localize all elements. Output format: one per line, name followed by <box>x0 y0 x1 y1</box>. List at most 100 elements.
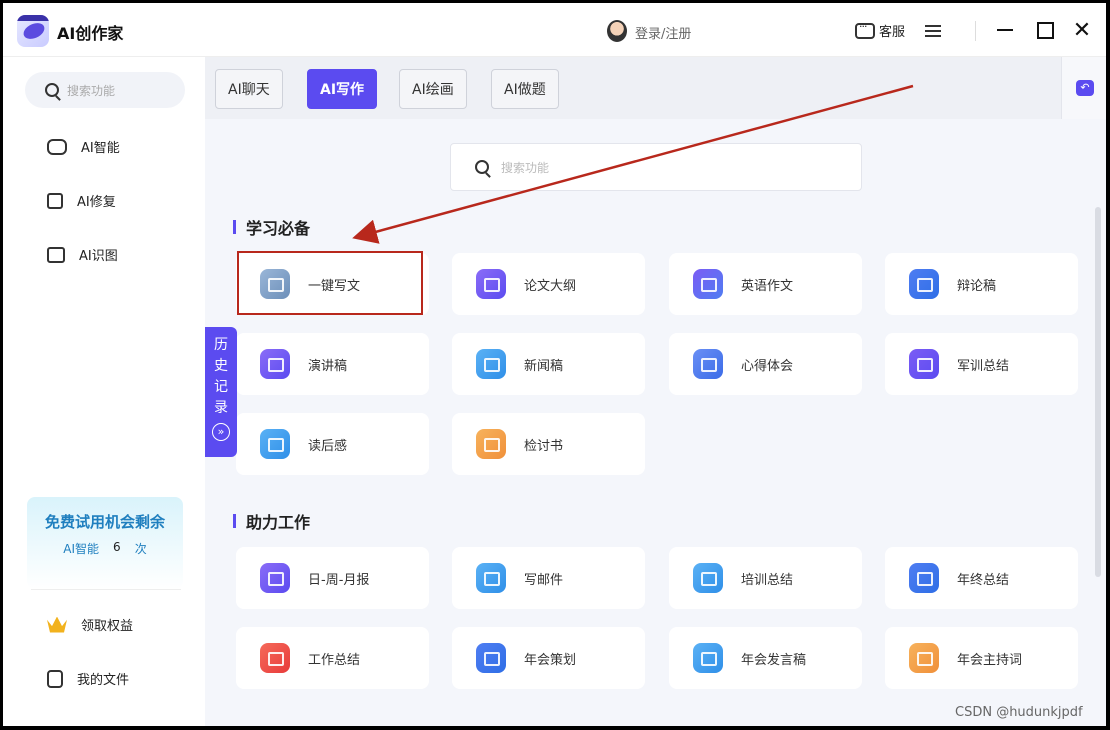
crown-icon <box>47 616 67 633</box>
feature-card-label: 辩论稿 <box>957 278 997 294</box>
sidebar-search-placeholder: 搜索功能 <box>67 83 116 98</box>
section-marker <box>233 220 236 234</box>
feature-icon <box>260 643 290 673</box>
sidebar: 搜索功能 AI智能 AI修复 AI识图 免费试用机会剩余 AI智能 6 次 领取… <box>3 57 205 726</box>
user-avatar[interactable] <box>607 20 627 42</box>
feature-icon <box>909 349 939 379</box>
feature-card-label: 论文大纲 <box>524 278 577 294</box>
sidebar-item-ai-image-recognition[interactable]: AI识图 <box>47 245 118 264</box>
main-search-input[interactable]: 搜索功能 <box>450 143 862 191</box>
sidebar-item-label: AI识图 <box>79 249 118 264</box>
file-icon <box>47 669 63 688</box>
main-content: AI聊天 AI写作 AI绘画 AI做题 ↶ 搜索功能 学习必备 助力工作 一键写… <box>205 57 1106 726</box>
feature-card-label: 演讲稿 <box>308 358 348 374</box>
history-char: 历 <box>214 337 228 353</box>
section-marker <box>233 514 236 528</box>
feature-icon <box>693 563 723 593</box>
feature-card[interactable]: 日-周-月报 <box>236 547 429 609</box>
feature-card[interactable]: 年会发言稿 <box>669 627 862 689</box>
scrollbar[interactable] <box>1095 207 1101 577</box>
history-char: 录 <box>214 400 228 416</box>
feature-card[interactable]: 演讲稿 <box>236 333 429 395</box>
feature-card-label: 年会主持词 <box>957 652 1023 668</box>
feature-icon <box>476 429 506 459</box>
feature-card-label: 年终总结 <box>957 572 1010 588</box>
my-files-link[interactable]: 我的文件 <box>47 669 129 688</box>
feature-icon <box>909 269 939 299</box>
ai-repair-icon <box>47 192 63 209</box>
feature-card[interactable]: 年会策划 <box>452 627 645 689</box>
minimize-button[interactable] <box>993 18 1017 42</box>
feature-icon <box>260 429 290 459</box>
tab-ai-solve[interactable]: AI做题 <box>491 69 559 109</box>
highlight-box <box>237 251 423 315</box>
sidebar-item-label: AI智能 <box>81 141 120 156</box>
feature-icon <box>260 563 290 593</box>
feature-card-label: 培训总结 <box>741 572 794 588</box>
hamburger-menu-icon[interactable] <box>925 25 941 37</box>
feature-icon <box>476 269 506 299</box>
feature-card[interactable]: 年会主持词 <box>885 627 1078 689</box>
feature-card[interactable]: 英语作文 <box>669 253 862 315</box>
promo-unit: 次 <box>134 542 147 556</box>
feature-card-label: 心得体会 <box>741 358 794 374</box>
feature-card[interactable]: 写邮件 <box>452 547 645 609</box>
maximize-button[interactable] <box>1033 18 1057 42</box>
my-files-label: 我的文件 <box>77 673 130 688</box>
sidebar-search-input[interactable]: 搜索功能 <box>25 72 185 108</box>
back-pane: ↶ <box>1061 57 1106 119</box>
feature-icon <box>693 643 723 673</box>
feature-icon <box>693 269 723 299</box>
claim-benefits-link[interactable]: 领取权益 <box>47 615 133 634</box>
sidebar-item-label: AI修复 <box>77 195 116 210</box>
watermark: CSDN @hudunkjpdf <box>955 705 1083 720</box>
chat-bubble-icon <box>855 20 875 39</box>
tab-ai-writing[interactable]: AI写作 <box>307 69 378 109</box>
expand-chevron-icon: » <box>212 423 230 441</box>
promo-count-row: AI智能 6 次 <box>27 540 183 557</box>
search-icon <box>475 160 489 174</box>
sidebar-item-ai-smart[interactable]: AI智能 <box>47 137 120 156</box>
feature-card-label: 年会发言稿 <box>741 652 807 668</box>
title-bar: AI创作家 登录/注册 客服 ✕ <box>3 3 1106 57</box>
free-trial-promo: 免费试用机会剩余 AI智能 6 次 <box>27 497 183 589</box>
feature-card[interactable]: 培训总结 <box>669 547 862 609</box>
close-button[interactable]: ✕ <box>1070 18 1094 43</box>
app-title: AI创作家 <box>57 24 124 43</box>
feature-card-label: 英语作文 <box>741 278 794 294</box>
feature-card[interactable]: 心得体会 <box>669 333 862 395</box>
feature-card[interactable]: 年终总结 <box>885 547 1078 609</box>
feature-card[interactable]: 辩论稿 <box>885 253 1078 315</box>
feature-icon <box>909 563 939 593</box>
main-search-placeholder: 搜索功能 <box>501 160 550 175</box>
app-logo-icon <box>17 15 49 47</box>
history-panel-toggle[interactable]: 历 史 记 录 » <box>205 327 237 457</box>
feature-card-label: 年会策划 <box>524 652 577 668</box>
customer-service-button[interactable]: 客服 <box>855 20 905 40</box>
tab-ai-chat[interactable]: AI聊天 <box>215 69 283 109</box>
login-register-link[interactable]: 登录/注册 <box>635 23 691 42</box>
feature-card[interactable]: 军训总结 <box>885 333 1078 395</box>
feature-card-label: 读后感 <box>308 438 348 454</box>
feature-card-label: 军训总结 <box>957 358 1010 374</box>
claim-benefits-label: 领取权益 <box>81 619 134 634</box>
feature-icon <box>476 643 506 673</box>
feature-icon <box>909 643 939 673</box>
feature-card[interactable]: 新闻稿 <box>452 333 645 395</box>
feature-card[interactable]: 论文大纲 <box>452 253 645 315</box>
section-title: 学习必备 <box>246 219 311 238</box>
feature-card-label: 日-周-月报 <box>308 572 370 588</box>
sidebar-item-ai-repair[interactable]: AI修复 <box>47 191 116 210</box>
section-title: 助力工作 <box>246 513 311 532</box>
feature-card-label: 写邮件 <box>524 572 564 588</box>
feature-card[interactable]: 工作总结 <box>236 627 429 689</box>
tab-bar: AI聊天 AI写作 AI绘画 AI做题 <box>205 57 1061 119</box>
section-title-study: 学习必备 <box>233 215 310 239</box>
promo-title: 免费试用机会剩余 <box>44 513 165 531</box>
feature-card[interactable]: 读后感 <box>236 413 429 475</box>
app-window: AI创作家 登录/注册 客服 ✕ 搜索功能 AI智能 AI修复 AI识图 <box>3 3 1106 726</box>
feature-card[interactable]: 检讨书 <box>452 413 645 475</box>
feature-card-label: 检讨书 <box>524 438 564 454</box>
back-arrow-icon[interactable]: ↶ <box>1076 80 1094 96</box>
tab-ai-painting[interactable]: AI绘画 <box>399 69 467 109</box>
